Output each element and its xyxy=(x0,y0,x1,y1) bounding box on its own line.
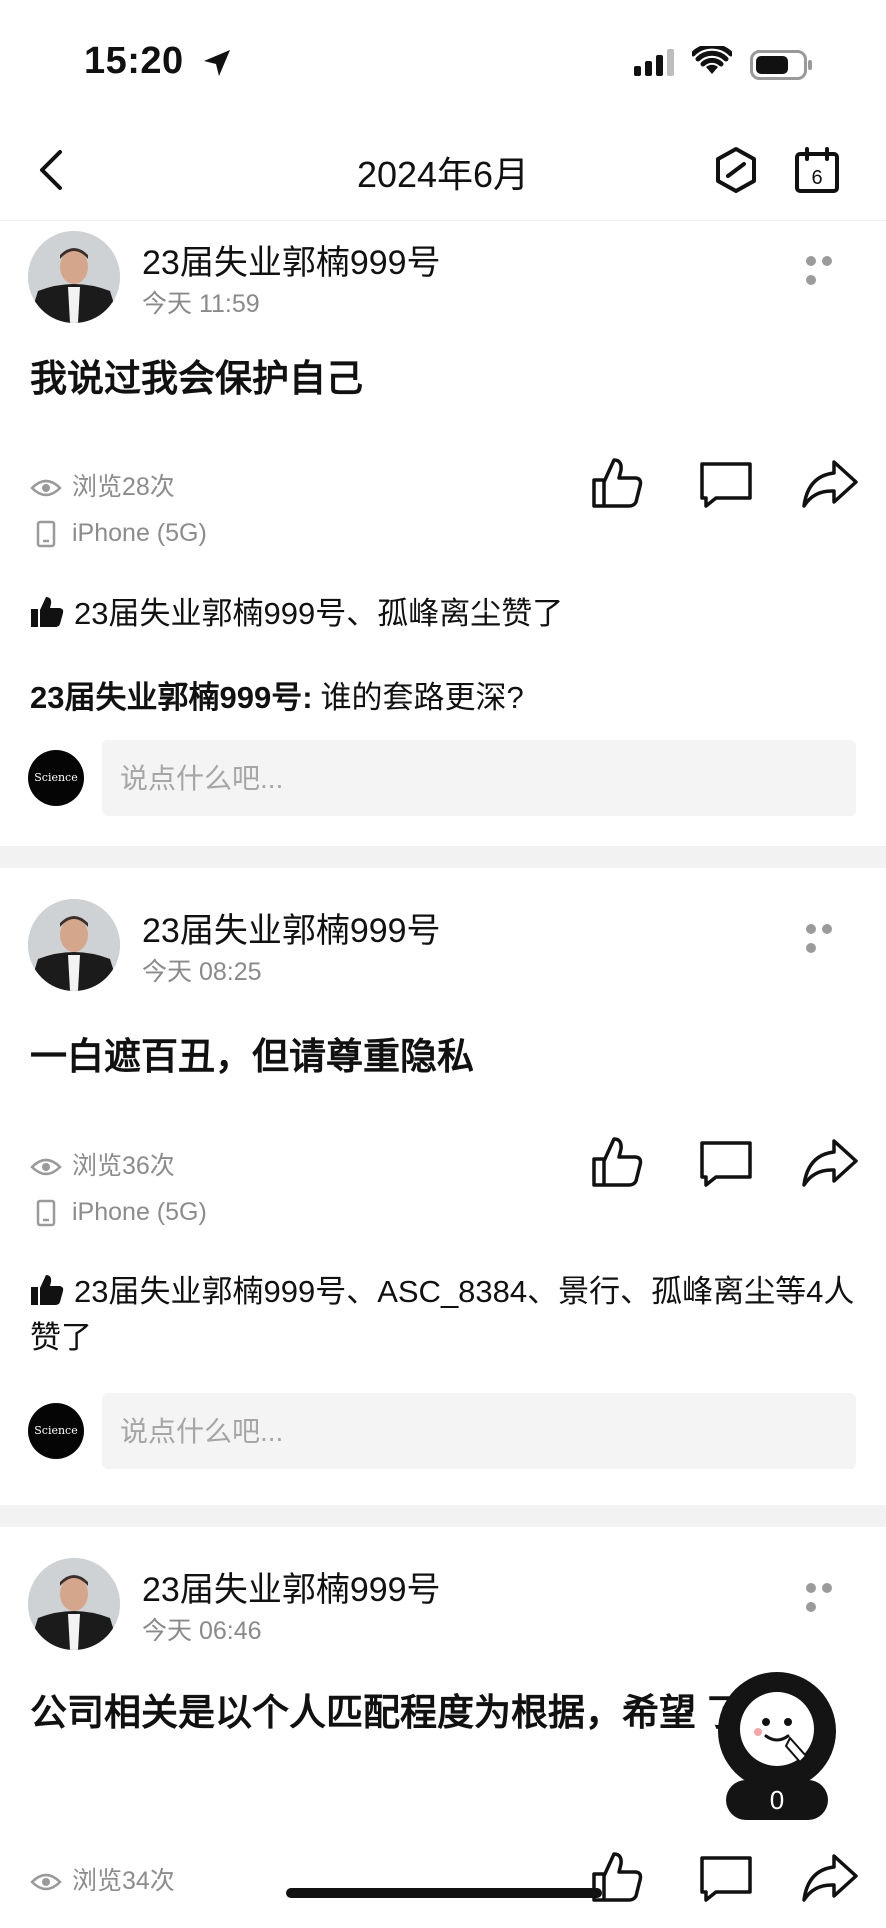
calendar-icon: 6 xyxy=(795,147,839,193)
post-time: 今天 08:25 xyxy=(142,958,262,986)
my-avatar: Science xyxy=(28,1403,84,1459)
likes-line: 23届失业郭楠999号、ASC_8384、景行、孤峰离尘等4人赞了 xyxy=(30,1269,860,1361)
eye-icon xyxy=(30,1874,62,1891)
status-time: 15:20 xyxy=(84,40,184,82)
comment-box[interactable] xyxy=(102,1393,856,1471)
post-separator xyxy=(0,846,886,868)
liked-thumb-icon xyxy=(31,1275,64,1305)
eye-icon xyxy=(30,1159,62,1176)
view-count: 浏览34次 xyxy=(30,1863,175,1899)
comment-icon[interactable] xyxy=(696,1133,756,1193)
comment-box[interactable] xyxy=(102,740,856,818)
post-card: 23届失业郭楠999号 今天 08:25 一白遮百丑，但请尊重隐私 浏览36次 … xyxy=(0,869,886,1505)
like-icon[interactable] xyxy=(588,454,648,514)
avatar[interactable] xyxy=(28,1558,120,1650)
share-icon[interactable] xyxy=(800,454,860,514)
share-icon[interactable] xyxy=(800,1133,860,1193)
status-bar: 15:20 xyxy=(0,0,886,120)
like-icon[interactable] xyxy=(588,1133,648,1193)
wifi-icon xyxy=(692,46,732,74)
post-username[interactable]: 23届失业郭楠999号 xyxy=(142,235,441,284)
comment-text: 谁的套路更深? xyxy=(320,680,524,715)
view-count-text: 浏览28次 xyxy=(72,473,175,501)
comment-icon[interactable] xyxy=(696,1848,756,1908)
likes-text: 23届失业郭楠999号、ASC_8384、景行、孤峰离尘等4人赞了 xyxy=(30,1274,855,1355)
my-avatar: Science xyxy=(28,750,84,806)
battery-icon xyxy=(750,50,812,80)
location-arrow-icon xyxy=(204,50,230,76)
share-icon[interactable] xyxy=(800,1848,860,1908)
view-count: 浏览36次 xyxy=(30,1148,175,1184)
phone-icon xyxy=(36,521,56,548)
comment-row: 23届失业郭楠999号: 谁的套路更深? xyxy=(30,672,524,717)
device-text: iPhone (5G) xyxy=(72,519,207,547)
tag-filter-icon[interactable] xyxy=(712,146,760,194)
post-username[interactable]: 23届失业郭楠999号 xyxy=(142,1562,441,1611)
cellular-signal-icon xyxy=(634,49,674,76)
liked-thumb-icon xyxy=(31,597,64,627)
more-options-icon[interactable] xyxy=(806,1578,852,1612)
phone-icon xyxy=(36,1200,56,1227)
nav-bar: 2024年6月 6 xyxy=(0,120,886,221)
assistant-bubble[interactable]: 0 xyxy=(718,1672,836,1822)
home-indicator xyxy=(286,1888,602,1898)
post-content: 一白遮百丑，但请尊重隐私 xyxy=(30,1036,474,1077)
post-separator xyxy=(0,1505,886,1527)
comment-icon[interactable] xyxy=(696,454,756,514)
device-info: iPhone (5G) xyxy=(30,1194,207,1230)
post-username[interactable]: 23届失业郭楠999号 xyxy=(142,903,441,952)
view-count-text: 浏览36次 xyxy=(72,1152,175,1180)
eye-icon xyxy=(30,480,62,497)
comment-author[interactable]: 23届失业郭楠999号: xyxy=(30,680,313,715)
assistant-face-icon xyxy=(740,1692,814,1766)
device-info: iPhone (5G) xyxy=(30,515,207,551)
comment-input[interactable] xyxy=(102,740,822,818)
post-content: 我说过我会保护自己 xyxy=(30,358,363,399)
comment-input[interactable] xyxy=(102,1393,822,1471)
calendar-button[interactable]: 6 xyxy=(794,146,840,194)
assistant-count: 0 xyxy=(726,1780,828,1820)
post-time: 今天 11:59 xyxy=(142,290,260,318)
view-count: 浏览28次 xyxy=(30,469,175,505)
view-count-text: 浏览34次 xyxy=(72,1867,175,1895)
more-options-icon[interactable] xyxy=(806,919,852,953)
post-card: 23届失业郭楠999号 今天 11:59 我说过我会保护自己 浏览28次 iPh… xyxy=(0,221,886,846)
avatar[interactable] xyxy=(28,231,120,323)
likes-text: 23届失业郭楠999号、孤峰离尘赞了 xyxy=(74,596,564,631)
likes-line: 23届失业郭楠999号、孤峰离尘赞了 xyxy=(30,591,860,637)
calendar-day: 6 xyxy=(811,167,822,189)
post-time: 今天 06:46 xyxy=(142,1617,262,1645)
device-text: iPhone (5G) xyxy=(72,1198,207,1226)
more-options-icon[interactable] xyxy=(806,251,852,285)
avatar[interactable] xyxy=(28,899,120,991)
like-icon[interactable] xyxy=(588,1848,648,1908)
